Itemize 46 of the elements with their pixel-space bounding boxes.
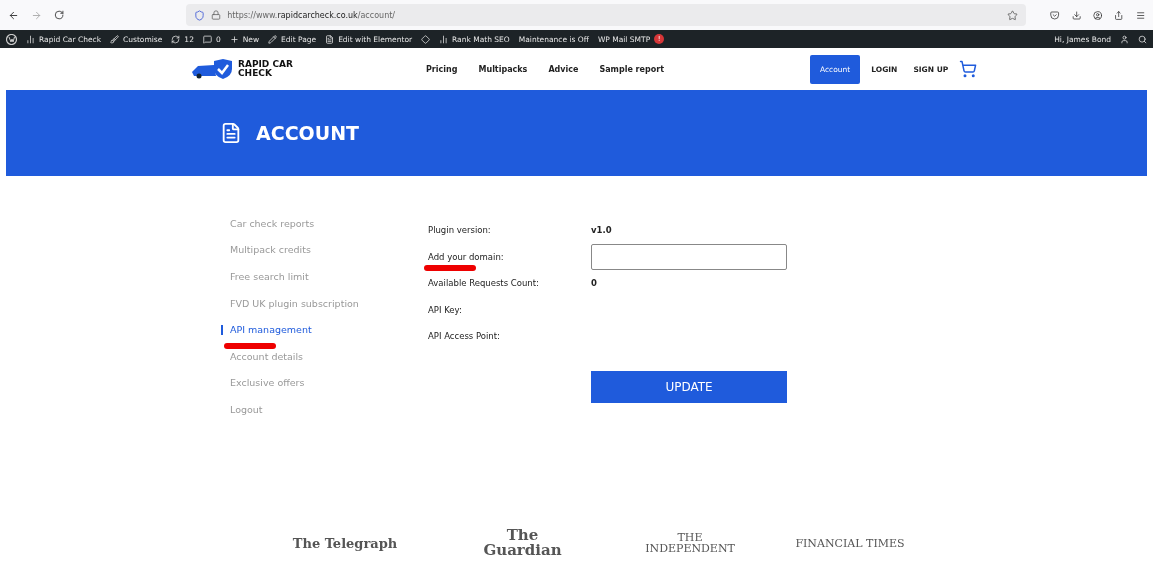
- domain-input[interactable]: [591, 243, 787, 270]
- sidebar-item[interactable]: API management: [230, 316, 428, 343]
- wordpress-logo-icon[interactable]: [6, 33, 17, 45]
- account-icon[interactable]: [1092, 9, 1103, 21]
- field-label: Plugin version:: [428, 225, 492, 236]
- field-label: API Key:: [428, 304, 463, 315]
- new-icon[interactable]: [229, 34, 239, 44]
- page-title: ACCOUNT: [256, 122, 360, 144]
- field-label: API Access Point:: [428, 331, 501, 342]
- document-icon: [220, 122, 242, 144]
- field-label: Add your domain:: [428, 251, 505, 262]
- updates-icon[interactable]: [171, 34, 181, 44]
- car-shield-logo-icon: [190, 58, 234, 80]
- url-text: https://www.rapidcarcheck.co.uk/account/: [227, 10, 397, 20]
- press-logo-text: The Telegraph: [292, 536, 398, 550]
- nav-link[interactable]: Advice: [548, 64, 579, 74]
- logo-text: RAPID CAR: [238, 60, 293, 69]
- field-value: 0: [591, 278, 597, 289]
- field-label: Available Requests Count:: [428, 278, 540, 289]
- press-logo-text: FINANCIAL TIMES: [795, 537, 905, 549]
- press-logo-text: The: [506, 528, 539, 543]
- shield-icon: [194, 9, 206, 21]
- search-icon[interactable]: [1138, 34, 1147, 44]
- nav-link[interactable]: Multipacks: [478, 64, 528, 74]
- logo-text: CHECK: [238, 69, 273, 78]
- address-bar[interactable]: https://www.rapidcarcheck.co.uk/account/: [186, 4, 1027, 26]
- cart-icon[interactable]: [959, 60, 978, 78]
- lock-icon: [211, 10, 222, 20]
- update-button[interactable]: UPDATE: [591, 370, 787, 403]
- press-logo-text: THE: [677, 532, 703, 543]
- bookmark-star-icon[interactable]: [1007, 9, 1019, 21]
- pocket-icon[interactable]: [1050, 9, 1060, 21]
- nav-link[interactable]: Pricing: [426, 64, 458, 74]
- field-value: v1.0: [591, 225, 612, 236]
- reload-icon[interactable]: [54, 9, 65, 21]
- nav-link[interactable]: Sample report: [599, 64, 664, 74]
- download-icon[interactable]: [1071, 9, 1081, 21]
- active-indicator: [221, 324, 223, 335]
- customise-icon[interactable]: [110, 34, 119, 44]
- comments-icon[interactable]: [202, 34, 212, 44]
- press-logo-text: Guardian: [483, 543, 562, 558]
- edit-icon[interactable]: [268, 34, 278, 44]
- menu-icon[interactable]: [1135, 9, 1145, 21]
- press-logo-text: INDEPENDENT: [645, 543, 735, 554]
- diamond-icon[interactable]: [421, 34, 431, 44]
- user-icon: [1120, 34, 1129, 44]
